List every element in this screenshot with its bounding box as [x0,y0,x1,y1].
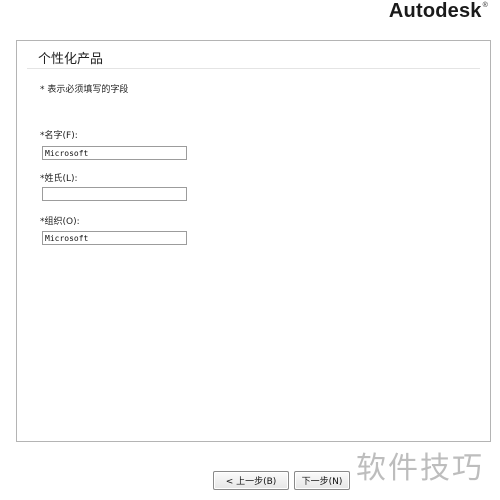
page-title: 个性化产品 [38,52,104,67]
required-fields-note: * 表示必须填写的字段 [40,85,129,95]
watermark-text: 软件技巧 [356,443,484,487]
registered-mark: ® [482,2,488,9]
installer-window: Autodesk® 个性化产品 * 表示必须填写的字段 *名字(F): *姓氏(… [0,0,500,500]
organization-input[interactable] [42,231,187,245]
next-button[interactable]: 下一步(N) [294,471,350,490]
personalize-panel: 个性化产品 * 表示必须填写的字段 *名字(F): *姓氏(L): *组织(O)… [16,40,491,442]
brand-name: Autodesk [388,0,482,22]
back-button[interactable]: < 上一步(B) [213,471,289,490]
last-name-input[interactable] [42,187,187,201]
first-name-label: *名字(F): [40,131,78,141]
last-name-label: *姓氏(L): [40,174,78,184]
title-divider [27,68,480,69]
autodesk-logo: Autodesk® [389,0,488,23]
organization-label: *组织(O): [40,217,80,227]
first-name-input[interactable] [42,146,187,160]
